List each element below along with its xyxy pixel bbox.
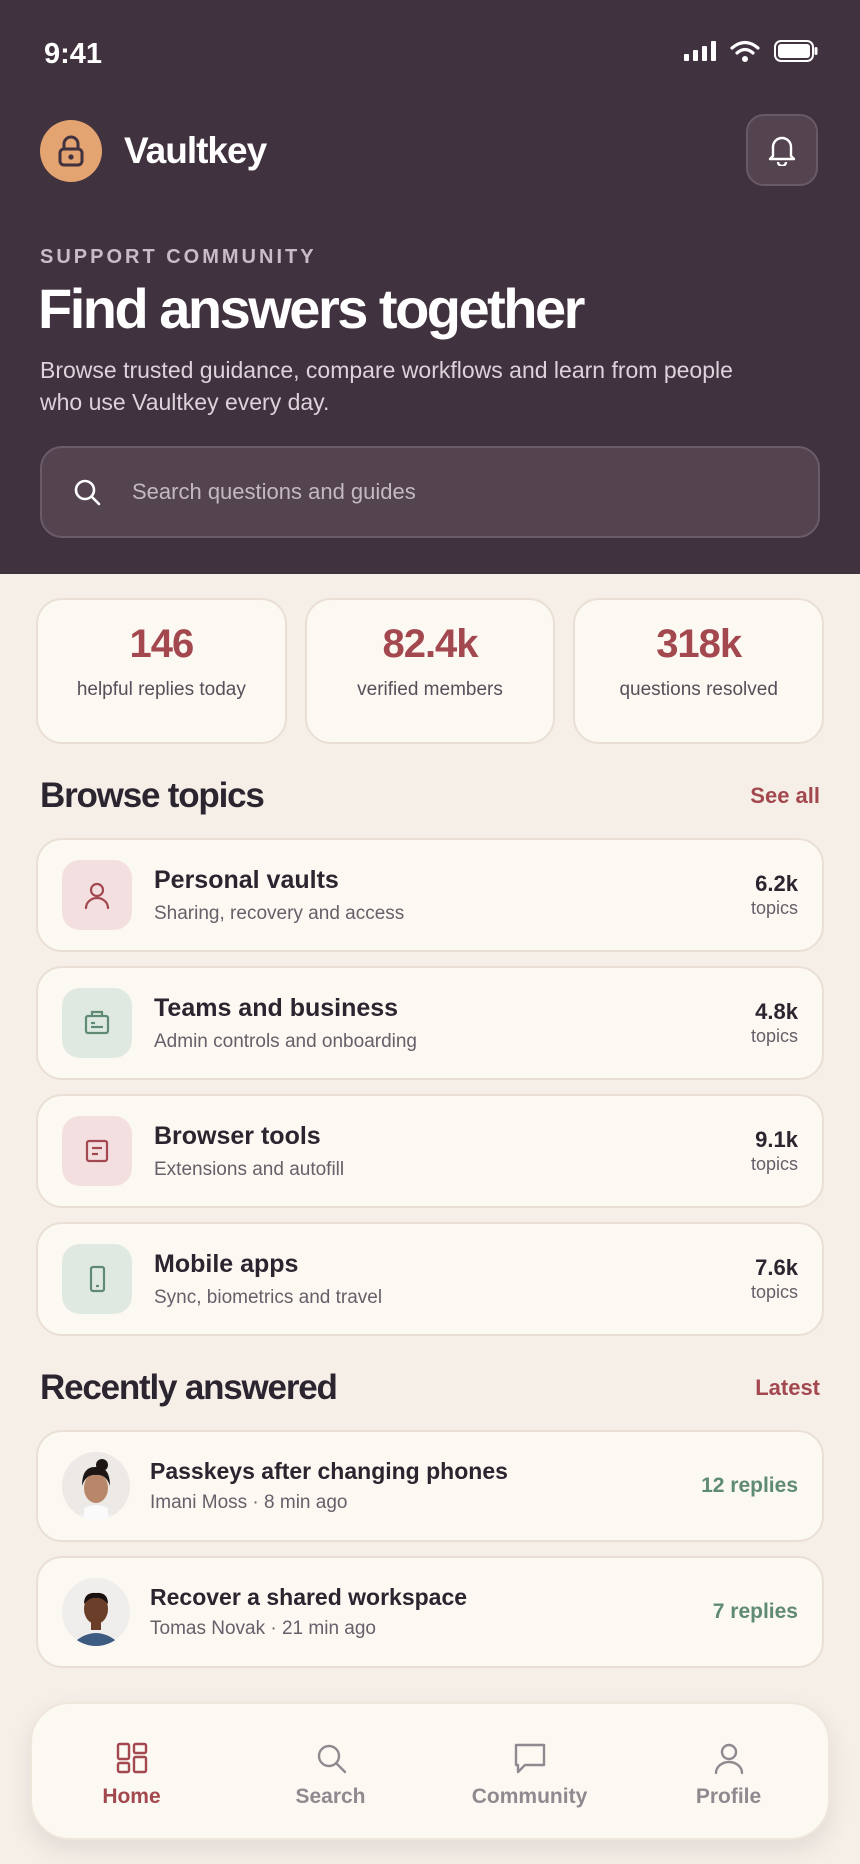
status-time: 9:41 (44, 38, 103, 70)
tab-label: Search (295, 1785, 366, 1808)
brand-name: Vaultkey (124, 130, 267, 171)
tab-home[interactable]: Home (52, 1733, 212, 1809)
recently-answered-header: Recently answered Latest (40, 1368, 820, 1408)
reply-count: 7 replies (712, 1600, 798, 1623)
signal-icon (684, 41, 716, 61)
topic-icon-badge (62, 1116, 132, 1186)
battery-icon (774, 40, 818, 62)
brand-logo (40, 120, 102, 182)
search-icon (317, 1744, 346, 1774)
see-all-link[interactable]: See all (750, 783, 820, 809)
post-card[interactable]: Passkeys after changing phones Imani Mos… (36, 1430, 824, 1542)
topic-count-unit: topics (750, 898, 798, 918)
stat-label: verified members (357, 679, 503, 700)
tab-label: Community (471, 1785, 588, 1808)
reply-count: 12 replies (701, 1474, 798, 1497)
wifi-icon (730, 40, 760, 62)
topic-description: Admin controls and onboarding (154, 1030, 418, 1052)
tab-community[interactable]: Community (450, 1733, 610, 1809)
eyebrow-label: SUPPORT COMMUNITY (40, 246, 317, 268)
topic-card-teams-business[interactable]: Teams and business Admin controls and on… (36, 966, 824, 1080)
stat-label: helpful replies today (76, 679, 246, 700)
stats-row: 146 helpful replies today 82.4k verified… (36, 598, 825, 744)
topic-title: Teams and business (154, 993, 399, 1022)
topic-description: Sharing, recovery and access (154, 902, 405, 924)
topic-card-personal-vaults[interactable]: Personal vaults Sharing, recovery and ac… (36, 838, 824, 952)
section-title: Recently answered (40, 1368, 338, 1407)
stat-value: 318k (656, 622, 742, 666)
search-bar[interactable] (40, 446, 820, 538)
phone-icon (89, 1265, 106, 1293)
topic-count-unit: topics (750, 1026, 798, 1046)
hero-subtitle: Browse trusted guidance, compare workflo… (40, 357, 733, 415)
document-icon (85, 1139, 109, 1163)
topic-title: Mobile apps (154, 1249, 299, 1278)
post-meta: Tomas Novak · 21 min ago (150, 1618, 376, 1639)
post-title: Passkeys after changing phones (150, 1458, 508, 1484)
hero-header: 9:41 Vaultkey SUPPORT COMMUNITY Find ans… (0, 0, 860, 574)
notifications-button[interactable] (746, 114, 818, 186)
stat-card: 82.4k verified members (304, 598, 556, 744)
topic-count: 9.1k (755, 1127, 798, 1152)
avatar (62, 1578, 130, 1646)
person-icon (714, 1743, 743, 1775)
search-icon (74, 479, 101, 506)
post-meta: Imani Moss · 8 min ago (150, 1492, 348, 1513)
topic-count-unit: topics (750, 1154, 798, 1174)
avatar (62, 1452, 130, 1520)
latest-link[interactable]: Latest (755, 1375, 820, 1401)
status-icons (684, 40, 818, 62)
topic-icon-badge (62, 988, 132, 1058)
home-grid-icon (116, 1742, 147, 1774)
tab-profile[interactable]: Profile (649, 1733, 809, 1809)
topic-count-unit: topics (750, 1282, 798, 1302)
topic-list: Personal vaults Sharing, recovery and ac… (36, 838, 824, 1350)
topic-description: Sync, biometrics and travel (154, 1286, 383, 1308)
post-card[interactable]: Recover a shared workspace Tomas Novak ·… (36, 1556, 824, 1668)
briefcase-icon (84, 1010, 110, 1035)
stat-value: 82.4k (382, 622, 478, 666)
bottom-tab-bar: Home Search Community Profile (30, 1702, 830, 1840)
stat-card: 318k questions resolved (573, 598, 825, 744)
post-title: Recover a shared workspace (150, 1584, 468, 1610)
bell-icon (768, 136, 796, 166)
topic-card-browser-tools[interactable]: Browser tools Extensions and autofill 9.… (36, 1094, 824, 1208)
tab-label: Home (102, 1785, 161, 1808)
topic-title: Browser tools (154, 1121, 321, 1150)
topic-count: 4.8k (755, 999, 798, 1024)
person-icon (84, 882, 110, 910)
page-title: Find answers together (38, 277, 585, 340)
lock-icon (58, 135, 84, 167)
search-input[interactable] (132, 479, 732, 505)
tab-label: Profile (695, 1785, 762, 1808)
chat-icon (514, 1743, 545, 1774)
topic-icon-badge (62, 860, 132, 930)
stat-card: 146 helpful replies today (36, 598, 287, 744)
stat-label: questions resolved (619, 679, 778, 700)
browse-topics-header: Browse topics See all (40, 776, 820, 816)
topic-title: Personal vaults (154, 865, 339, 894)
topic-count: 6.2k (755, 871, 798, 896)
recent-posts-list: Passkeys after changing phones Imani Mos… (36, 1430, 824, 1682)
brand[interactable]: Vaultkey (40, 120, 267, 182)
topic-count: 7.6k (755, 1255, 798, 1280)
topic-description: Extensions and autofill (154, 1158, 345, 1180)
stat-value: 146 (129, 622, 194, 666)
section-title: Browse topics (40, 776, 265, 815)
tab-search[interactable]: Search (251, 1733, 411, 1809)
topic-card-mobile-apps[interactable]: Mobile apps Sync, biometrics and travel … (36, 1222, 824, 1336)
topic-icon-badge (62, 1244, 132, 1314)
